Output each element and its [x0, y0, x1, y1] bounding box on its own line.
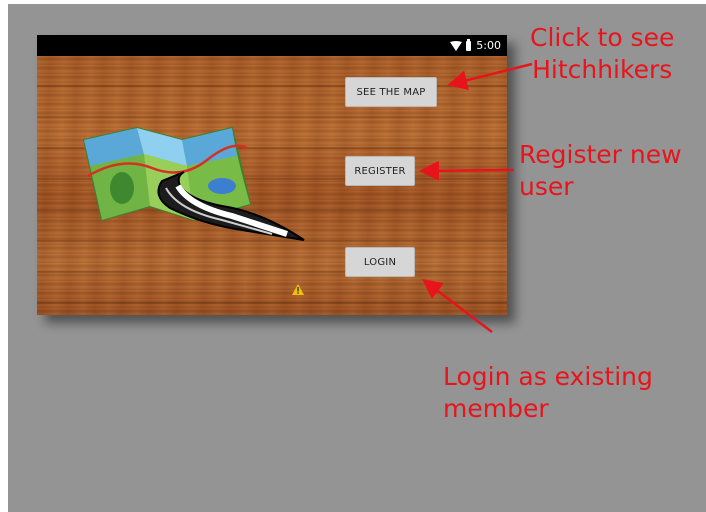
register-button[interactable]: REGISTER [345, 156, 415, 186]
status-bar: 5:00 [37, 35, 507, 56]
annotation-see-map: Click to see Hitchhikers [530, 23, 675, 84]
map-road-logo [82, 126, 305, 241]
wifi-icon [450, 40, 463, 51]
annotation-register: Register new user [519, 140, 682, 201]
warning-icon [292, 284, 304, 295]
app-screen: SEE THE MAP REGISTER LOGIN [37, 56, 507, 315]
see-the-map-button[interactable]: SEE THE MAP [345, 77, 437, 107]
phone-frame: 5:00 SEE THE MAP REGISTER LOGIN [37, 35, 507, 315]
status-time: 5:00 [476, 39, 501, 52]
annotation-login: Login as existing member [443, 362, 653, 423]
battery-icon [466, 38, 472, 51]
login-button[interactable]: LOGIN [345, 247, 415, 277]
